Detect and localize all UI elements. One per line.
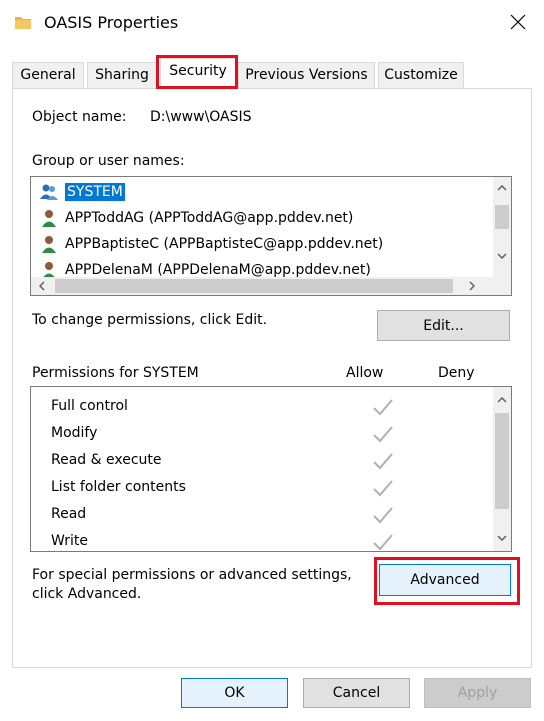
permission-name: Full control: [51, 398, 128, 414]
tab-security[interactable]: Security: [160, 58, 236, 89]
advanced-button-label: Advanced: [410, 572, 480, 588]
tab-customize[interactable]: Customize: [378, 62, 464, 88]
edit-button-label: Edit...: [423, 317, 464, 334]
edit-button[interactable]: Edit...: [377, 310, 510, 341]
table-row: Modify: [51, 420, 481, 447]
horizontal-scrollbar[interactable]: [31, 277, 511, 295]
group-item-label: APPToddAG (APPToddAG@app.pddev.net): [65, 210, 354, 226]
allow-check-icon: [371, 397, 395, 417]
advanced-hint-line2: click Advanced.: [32, 586, 142, 602]
group-item-label: SYSTEM: [65, 183, 125, 201]
scroll-down-icon[interactable]: [493, 529, 511, 547]
group-item-label: APPBaptisteC (APPBaptisteC@app.pddev.net…: [65, 236, 384, 252]
tab-label: Previous Versions: [245, 67, 368, 83]
permission-name: Read: [51, 506, 87, 522]
allow-check-icon: [371, 424, 395, 444]
vertical-scrollbar[interactable]: [493, 387, 511, 551]
folder-icon: [14, 13, 32, 31]
cancel-button[interactable]: Cancel: [303, 678, 410, 708]
scroll-up-icon[interactable]: [493, 391, 511, 409]
close-button[interactable]: [496, 4, 540, 44]
ok-button-label: OK: [224, 685, 245, 701]
tab-general[interactable]: General: [12, 62, 84, 88]
permission-name: Write: [51, 533, 88, 549]
tab-label: Sharing: [95, 67, 149, 83]
close-icon: [510, 14, 526, 34]
list-item[interactable]: APPBaptisteC (APPBaptisteC@app.pddev.net…: [39, 231, 485, 257]
list-item[interactable]: SYSTEM: [39, 179, 485, 205]
cancel-button-label: Cancel: [332, 685, 381, 701]
change-permissions-hint: To change permissions, click Edit.: [32, 312, 268, 328]
allow-check-icon: [371, 505, 395, 525]
allow-column-header: Allow: [346, 365, 384, 381]
permissions-label: Permissions for SYSTEM: [32, 365, 199, 381]
table-row: Read: [51, 501, 481, 528]
scroll-right-icon[interactable]: [463, 277, 481, 295]
scroll-thumb[interactable]: [55, 279, 453, 293]
user-icon: [39, 208, 59, 228]
scroll-down-icon[interactable]: [493, 247, 511, 265]
group-list-label: Group or user names:: [32, 153, 185, 169]
table-row: Write: [51, 528, 481, 551]
scroll-left-icon[interactable]: [33, 277, 51, 295]
tab-previous-versions[interactable]: Previous Versions: [238, 62, 375, 88]
tab-label: General: [20, 67, 76, 83]
table-row: Read & execute: [51, 447, 481, 474]
permission-name: Modify: [51, 425, 98, 441]
allow-check-icon: [371, 532, 395, 551]
tab-label: Customize: [384, 67, 458, 83]
vertical-scrollbar[interactable]: [493, 177, 511, 277]
list-item[interactable]: APPToddAG (APPToddAG@app.pddev.net): [39, 205, 485, 231]
scroll-thumb[interactable]: [495, 205, 509, 229]
scroll-up-icon[interactable]: [493, 179, 511, 197]
user-icon: [39, 234, 59, 254]
table-row: Full control: [51, 393, 481, 420]
table-row: List folder contents: [51, 474, 481, 501]
tab-label: Security: [169, 63, 227, 79]
allow-check-icon: [371, 451, 395, 471]
advanced-button[interactable]: Advanced: [379, 564, 511, 596]
scroll-thumb[interactable]: [495, 413, 509, 509]
permissions-list[interactable]: Full control Modify Read & execute List …: [30, 386, 512, 552]
deny-column-header: Deny: [438, 365, 475, 381]
group-user-list[interactable]: SYSTEM APPToddAG (APPToddAG@app.pddev.ne…: [30, 176, 512, 296]
advanced-hint-line1: For special permissions or advanced sett…: [32, 567, 352, 583]
ok-button[interactable]: OK: [181, 678, 288, 708]
window-title: OASIS Properties: [44, 13, 179, 32]
permission-name: Read & execute: [51, 452, 162, 468]
group-users-icon: [39, 182, 59, 202]
permission-name: List folder contents: [51, 479, 186, 495]
apply-button-label: Apply: [457, 685, 498, 701]
group-item-label: APPDelenaM (APPDelenaM@app.pddev.net): [65, 262, 371, 278]
allow-check-icon: [371, 478, 395, 498]
object-name-label: Object name:: [32, 109, 127, 125]
apply-button[interactable]: Apply: [424, 678, 531, 708]
object-name-value: D:\www\OASIS: [150, 109, 252, 125]
tab-sharing[interactable]: Sharing: [87, 62, 157, 88]
